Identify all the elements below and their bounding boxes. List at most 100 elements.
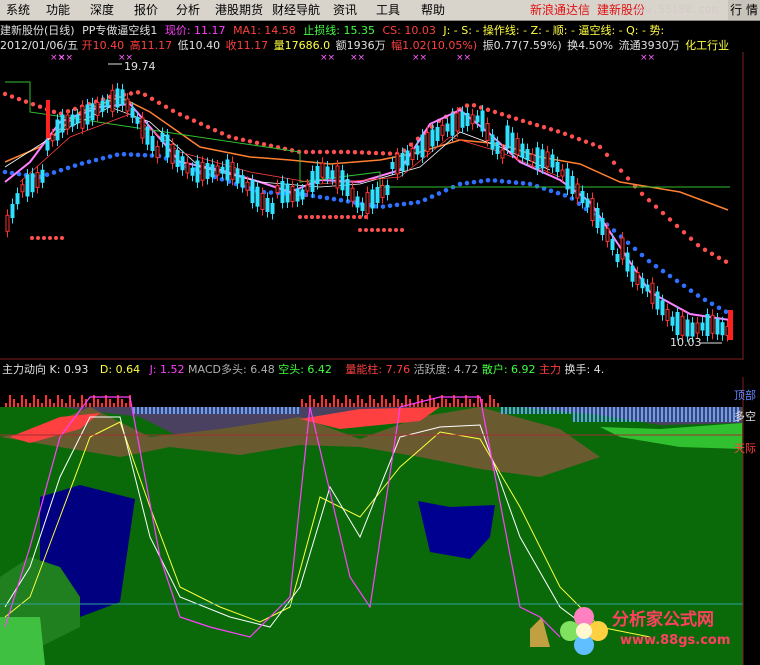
candle-body [235, 168, 240, 184]
red-dot [254, 140, 260, 145]
hist-bar [69, 395, 71, 407]
candle-body [225, 159, 230, 181]
candle-body [85, 104, 90, 125]
red-dot [358, 215, 362, 219]
menu-finance-nav[interactable]: 财经导航 [272, 0, 320, 20]
red-dot [54, 236, 58, 240]
menu-system[interactable]: 系统 [6, 0, 30, 20]
red-dot [60, 236, 64, 240]
hist-bar [205, 407, 207, 414]
blue-dot [513, 180, 519, 185]
red-dot [541, 125, 547, 130]
hist-bar [693, 407, 695, 422]
hist-bar [125, 403, 127, 407]
candle-body [75, 114, 80, 124]
red-dot [576, 136, 582, 142]
candle-body [335, 165, 340, 189]
candle-body [430, 129, 435, 147]
hist-bar [157, 407, 159, 414]
candle-body [475, 115, 480, 123]
menu-analysis[interactable]: 分析 [176, 0, 200, 20]
blue-dot [2, 169, 8, 175]
hist-bar [637, 407, 639, 422]
info-change: 幅1.02(10.05%) [391, 39, 478, 52]
red-dot [527, 120, 533, 126]
hist-bar [569, 407, 571, 414]
candle-body [255, 186, 260, 207]
red-dot [304, 215, 308, 219]
candle-body [220, 166, 225, 174]
hist-bar [13, 399, 15, 407]
link-sina-tdx[interactable]: 新浪通达信 [530, 0, 590, 20]
blue-dot [44, 172, 50, 178]
side-label-top: 顶部 [734, 389, 756, 402]
candle-body [45, 140, 50, 151]
big-red-candle [46, 100, 50, 138]
hist-bar [25, 399, 27, 407]
hist-bar [321, 395, 323, 407]
blue-dot [464, 180, 470, 186]
hist-bar [333, 395, 335, 407]
cs-label: CS: 10.03 [382, 24, 436, 37]
red-dot [702, 247, 708, 253]
red-dot [298, 215, 302, 219]
hist-bar [445, 399, 447, 407]
hist-bar [17, 403, 19, 407]
blue-dot [562, 193, 568, 198]
hist-bar [521, 407, 523, 414]
candle-body [350, 187, 355, 202]
menu-quote[interactable]: 报价 [134, 0, 158, 20]
hist-bar [557, 407, 559, 414]
candle-body [240, 175, 245, 188]
candle-body [30, 173, 35, 193]
menu-help[interactable]: 帮助 [421, 0, 445, 20]
red-dot [48, 236, 52, 240]
hist-bar [689, 407, 691, 422]
red-dot [681, 230, 687, 235]
red-dot [723, 259, 729, 264]
red-dot [618, 168, 624, 173]
hist-bar [305, 403, 307, 407]
hist-bar [409, 399, 411, 407]
hist-bar [725, 407, 727, 422]
hist-bar [361, 399, 363, 407]
candle-body [305, 184, 310, 192]
candle-body [105, 99, 110, 108]
red-dot [667, 217, 673, 222]
hist-bar [469, 399, 471, 407]
blue-dot [128, 152, 134, 157]
menu-news[interactable]: 资讯 [333, 0, 357, 20]
red-dot [464, 103, 470, 108]
stop-label: 止损线: 15.35 [303, 24, 375, 37]
red-dot [72, 106, 78, 112]
info-volume: 量17686.0 [273, 39, 331, 52]
red-dot [240, 137, 246, 142]
hist-bar [29, 403, 31, 407]
menu-hk-futures[interactable]: 港股期货 [215, 0, 263, 20]
blue-dot [79, 161, 85, 166]
red-dot [128, 91, 134, 96]
quote-tab[interactable]: 行 情 [728, 0, 760, 20]
candle-body [650, 282, 655, 304]
info-industry: 化工行业 [685, 39, 730, 52]
hist-bar [581, 407, 583, 422]
menu-function[interactable]: 功能 [46, 0, 70, 20]
candle-body [295, 188, 300, 202]
menu-depth[interactable]: 深度 [90, 0, 114, 20]
hist-bar [449, 403, 451, 407]
hist-bar [629, 407, 631, 422]
red-dot [177, 112, 183, 117]
hist-bar [341, 403, 343, 407]
blue-dot [702, 297, 708, 303]
red-dot [340, 215, 344, 219]
candle-body [195, 160, 200, 183]
menu-tools[interactable]: 工具 [376, 0, 400, 20]
candle-body [520, 143, 525, 158]
hist-bar [209, 407, 211, 414]
info-turnover: 换4.50% [567, 39, 614, 52]
red-dot [135, 90, 141, 95]
candle-body [680, 315, 685, 336]
price-chart[interactable]: ×××× ×× ×× ×× ×× ×× ×× 19.74 10.03 [0, 52, 760, 360]
candle-body [440, 124, 445, 136]
red-dot [247, 139, 253, 144]
